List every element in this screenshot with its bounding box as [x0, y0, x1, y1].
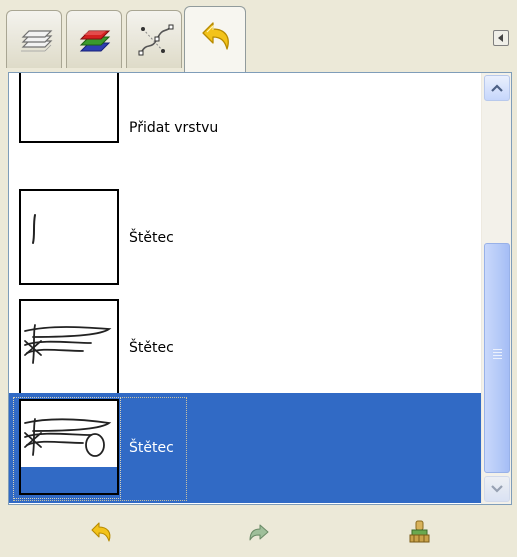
redo-icon	[249, 524, 269, 541]
tab-paths[interactable]	[126, 10, 182, 68]
brush-stroke-drawing	[24, 324, 112, 364]
history-item-brush-3[interactable]: Štětec	[9, 393, 481, 503]
history-thumbnail	[13, 297, 121, 399]
undo-history-icon	[202, 22, 229, 50]
undo-icon	[91, 522, 111, 542]
grip-line	[493, 358, 502, 359]
tab-undo-history[interactable]	[184, 6, 246, 72]
scroll-down-button[interactable]	[484, 476, 510, 502]
history-item-brush-2[interactable]: Štětec	[9, 293, 481, 403]
brush-stroke-drawing	[32, 214, 36, 244]
history-item-brush-1[interactable]: Štětec	[9, 183, 481, 293]
dock-tab-bar	[0, 0, 517, 72]
history-button-bar	[0, 510, 517, 557]
thumbnail-canvas	[19, 73, 119, 143]
history-thumbnail	[13, 73, 121, 179]
history-list: Přidat vrstvu Štětec Štětec Štětec	[9, 73, 481, 504]
undo-button[interactable]	[86, 518, 116, 548]
thumbnail-canvas	[19, 399, 119, 495]
history-item-label: Štětec	[129, 230, 174, 246]
grip-line	[493, 352, 502, 353]
history-item-label: Štětec	[129, 440, 174, 456]
scroll-up-button[interactable]	[484, 75, 510, 101]
tab-menu-button[interactable]	[493, 30, 509, 46]
history-item-add-layer[interactable]: Přidat vrstvu	[9, 73, 481, 183]
history-item-label: Štětec	[129, 340, 174, 356]
tab-channels[interactable]	[66, 10, 122, 68]
grip-line	[493, 349, 502, 350]
chevron-up-icon	[491, 84, 503, 92]
history-item-label: Přidat vrstvu	[129, 120, 219, 136]
clear-history-icon	[409, 520, 430, 543]
thumbnail-canvas	[19, 299, 119, 395]
channels-icon	[79, 30, 111, 52]
history-thumbnail	[13, 187, 121, 289]
redo-button[interactable]	[244, 518, 274, 548]
tab-layers[interactable]	[6, 10, 62, 68]
grip-line	[493, 355, 502, 356]
history-thumbnail	[13, 397, 121, 499]
menu-arrow-icon	[498, 34, 503, 42]
thumbnail-canvas	[19, 189, 119, 285]
layers-icon	[21, 30, 53, 52]
clear-history-button[interactable]	[405, 518, 435, 548]
paths-icon	[138, 24, 174, 56]
history-scrollbar[interactable]	[481, 73, 511, 504]
scroll-thumb[interactable]	[484, 243, 510, 473]
undo-history-panel: Přidat vrstvu Štětec Štětec Štětec	[8, 72, 512, 505]
brush-stroke-drawing	[21, 418, 117, 493]
chevron-down-icon	[491, 485, 503, 493]
